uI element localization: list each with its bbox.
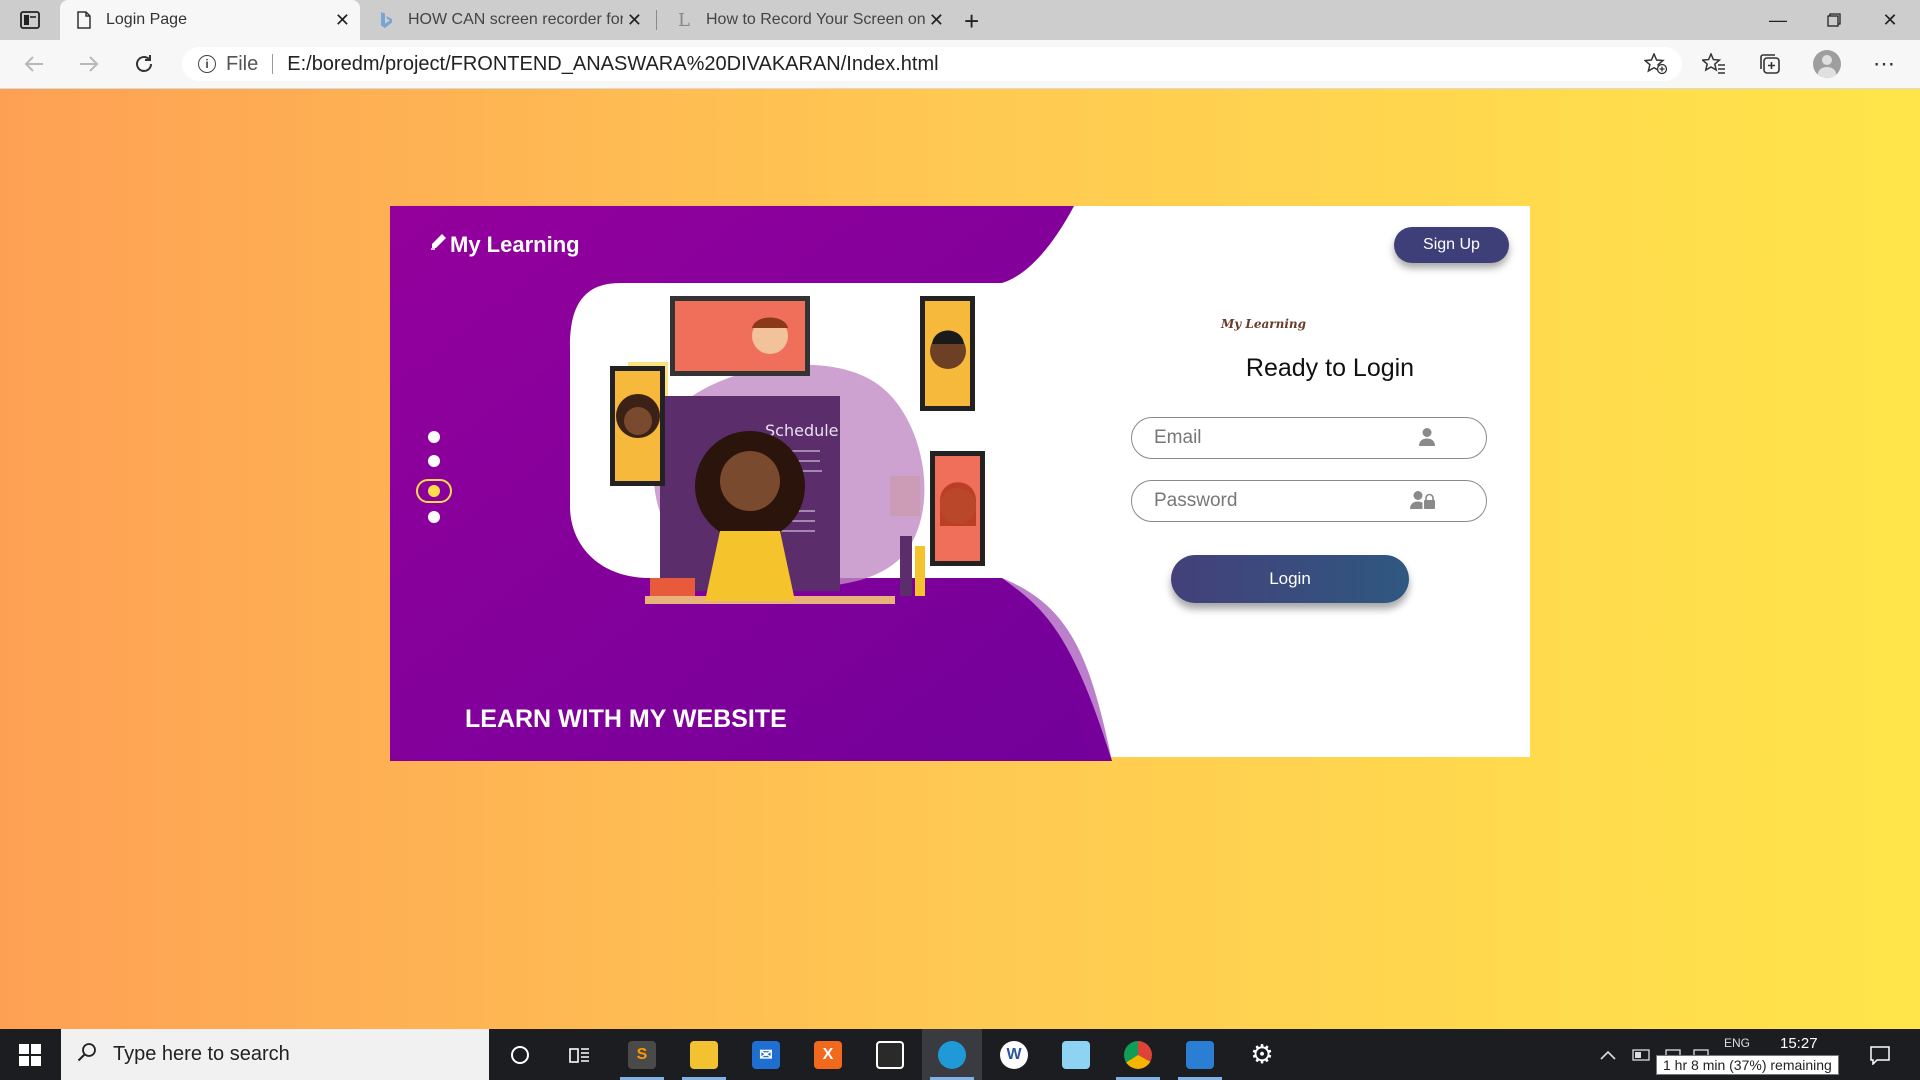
new-tab-icon[interactable]: + — [964, 6, 979, 37]
scheme-label: File — [226, 52, 259, 75]
url-text[interactable]: E:/boredm/project/FRONTEND_ANASWARA%20DI… — [287, 53, 938, 76]
mail-icon[interactable]: ✉ — [736, 1029, 796, 1080]
start-button[interactable] — [0, 1029, 60, 1080]
favorites-icon[interactable] — [1700, 50, 1728, 78]
email-field[interactable] — [1131, 417, 1487, 459]
login-button[interactable]: Login — [1171, 555, 1409, 603]
back-icon[interactable] — [18, 48, 50, 80]
brand-logo[interactable]: My Learning — [428, 232, 580, 258]
user-icon — [1418, 427, 1436, 452]
lifewire-icon: L — [678, 9, 690, 31]
forward-icon[interactable] — [73, 48, 105, 80]
avatar-icon — [1813, 50, 1841, 78]
close-tab-icon[interactable]: ✕ — [929, 10, 944, 31]
tagline: LEARN WITH MY WEBSITE — [465, 705, 787, 733]
tab-record-screen[interactable]: L How to Record Your Screen on W ✕ — [660, 0, 954, 40]
pencil-icon — [428, 232, 448, 258]
sublime-text-icon[interactable]: S — [612, 1029, 672, 1080]
classroom-illustration: Schedule — [610, 296, 985, 604]
more-options-icon[interactable]: ⋯ — [1870, 50, 1898, 78]
password-field[interactable] — [1131, 480, 1487, 522]
photos-icon[interactable] — [1170, 1029, 1230, 1080]
brand-name: My Learning — [450, 232, 580, 257]
page-background: My Learning Sign Up Schedule LEARN WITH … — [0, 89, 1920, 1029]
sign-up-button[interactable]: Sign Up — [1394, 227, 1509, 263]
schedule-text: Schedule — [765, 421, 839, 440]
login-heading: Ready to Login — [1245, 354, 1415, 382]
carousel-dots — [416, 431, 452, 535]
search-placeholder: Type here to search — [113, 1043, 290, 1065]
battery-tooltip: 1 hr 8 min (37%) remaining — [1656, 1055, 1839, 1075]
restore-icon[interactable] — [1806, 0, 1862, 40]
minimize-icon[interactable]: — — [1750, 0, 1806, 40]
profile-avatar[interactable] — [1813, 50, 1841, 78]
close-tab-icon[interactable]: ✕ — [335, 10, 350, 31]
word-icon[interactable]: W — [984, 1029, 1044, 1080]
tab-title: Login Page — [106, 11, 187, 28]
settings-icon[interactable]: ⚙ — [1232, 1029, 1292, 1080]
browser-toolbar: i File E:/boredm/project/FRONTEND_ANASWA… — [0, 40, 1920, 89]
info-icon[interactable]: i — [198, 55, 216, 73]
tab-actions-icon[interactable] — [10, 6, 50, 34]
tab-title: HOW CAN screen recorder for w — [408, 11, 623, 28]
battery-icon[interactable] — [1632, 1029, 1652, 1080]
windows-icon — [19, 1043, 41, 1066]
carousel-dot-2[interactable] — [428, 455, 440, 467]
tab-separator — [656, 10, 657, 30]
show-hidden-icons[interactable] — [1600, 1029, 1616, 1080]
address-bar[interactable]: i File E:/boredm/project/FRONTEND_ANASWA… — [182, 47, 1682, 81]
notepad-icon[interactable] — [1046, 1029, 1106, 1080]
bing-icon — [376, 10, 396, 30]
file-explorer-icon[interactable] — [674, 1029, 734, 1080]
carousel-dot-1[interactable] — [428, 431, 440, 443]
carousel-dot-4[interactable] — [428, 511, 440, 523]
notifications-icon[interactable] — [1850, 1029, 1910, 1080]
carousel-dot-3-active[interactable] — [416, 479, 452, 503]
refresh-icon[interactable] — [128, 48, 160, 80]
chrome-icon[interactable] — [1108, 1029, 1168, 1080]
tab-login-page[interactable]: Login Page ✕ — [60, 0, 360, 40]
clock[interactable]: 15:27 — [1780, 1035, 1818, 1052]
divider — [272, 54, 274, 74]
tab-strip: Login Page ✕ HOW CAN screen recorder for… — [0, 0, 1920, 40]
search-icon — [77, 1042, 97, 1067]
tab-title: How to Record Your Screen on W — [706, 11, 926, 28]
close-window-icon[interactable]: ✕ — [1862, 0, 1918, 40]
collections-icon[interactable] — [1756, 50, 1784, 78]
login-card: My Learning Sign Up Schedule LEARN WITH … — [390, 206, 1530, 761]
password-input[interactable] — [1152, 489, 1406, 513]
edge-icon[interactable] — [922, 1029, 982, 1080]
email-input[interactable] — [1152, 426, 1406, 450]
windows-taskbar: Type here to search S ✉ X W ⚙ ENG 15:27 — [0, 1029, 1920, 1080]
taskbar-search[interactable]: Type here to search — [61, 1029, 489, 1080]
close-tab-icon[interactable]: ✕ — [627, 10, 642, 31]
add-favorite-icon[interactable] — [1643, 52, 1668, 80]
xampp-icon[interactable]: X — [798, 1029, 858, 1080]
tab-screen-recorder[interactable]: HOW CAN screen recorder for w ✕ — [362, 0, 652, 40]
store-icon[interactable] — [860, 1029, 920, 1080]
task-view-icon[interactable] — [550, 1029, 610, 1080]
page-icon — [74, 10, 94, 30]
cortana-icon[interactable] — [490, 1029, 550, 1080]
user-lock-icon — [1410, 490, 1436, 515]
mini-brand-logo: My Learning — [1221, 317, 1307, 331]
